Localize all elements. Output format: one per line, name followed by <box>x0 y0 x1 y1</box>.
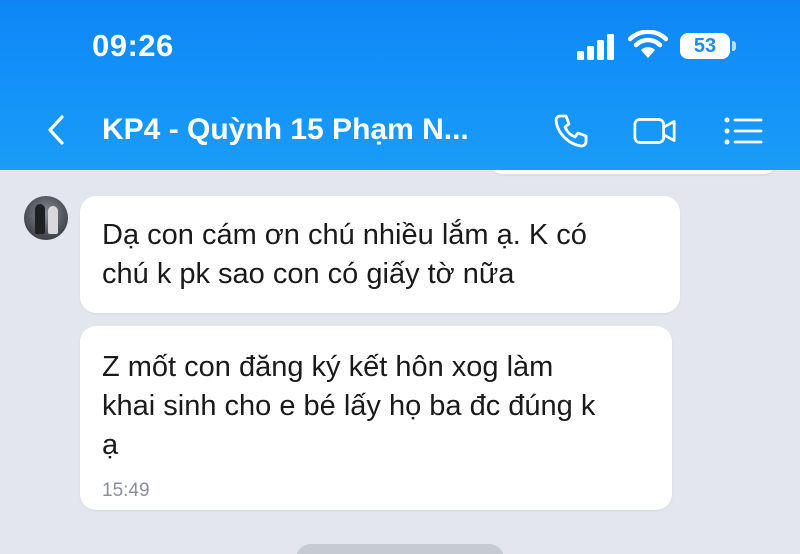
back-chevron-icon <box>48 115 64 145</box>
date-divider-pill <box>296 544 504 554</box>
message-text-line: Z mốt con đăng ký kết hôn xog làm <box>102 351 554 383</box>
wifi-icon <box>628 30 668 58</box>
message-bubble[interactable]: Dạ con cám ơn chú nhiều lắm ạ. K có chú … <box>80 196 680 313</box>
phone-icon <box>554 114 588 148</box>
sender-avatar[interactable] <box>24 196 68 240</box>
voice-call-button[interactable] <box>548 108 594 154</box>
message-text-line: chú k pk sao con có giấy tờ nữa <box>102 258 515 290</box>
message-text-line: khai sinh cho e bé lấy họ ba đc đúng k <box>102 390 596 422</box>
avatar-figure <box>35 204 45 234</box>
video-camera-icon <box>633 118 676 144</box>
battery-tip <box>732 41 736 51</box>
menu-list-icon <box>724 117 763 145</box>
chat-title[interactable]: KP4 - Quỳnh 15 Phạm N... <box>102 113 522 147</box>
message-bubble[interactable]: Z mốt con đăng ký kết hôn xog làm khai s… <box>80 326 672 510</box>
message-timestamp: 15:49 <box>102 480 150 501</box>
chat-header: 09:26 53 KP4 - Quỳnh 15 Phạm N... <box>0 0 800 170</box>
video-call-button[interactable] <box>632 108 678 154</box>
message-text-line: Dạ con cám ơn chú nhiều lắm ạ. K có <box>102 219 587 251</box>
battery-icon: 53 <box>680 33 736 59</box>
chat-menu-button[interactable] <box>720 108 766 154</box>
signal-icon <box>577 34 614 60</box>
avatar-figure <box>48 206 58 234</box>
status-bar-time: 09:26 <box>92 28 174 63</box>
message-text-line: ạ <box>102 429 119 461</box>
back-button[interactable] <box>36 110 76 150</box>
battery-level: 53 <box>680 33 730 59</box>
